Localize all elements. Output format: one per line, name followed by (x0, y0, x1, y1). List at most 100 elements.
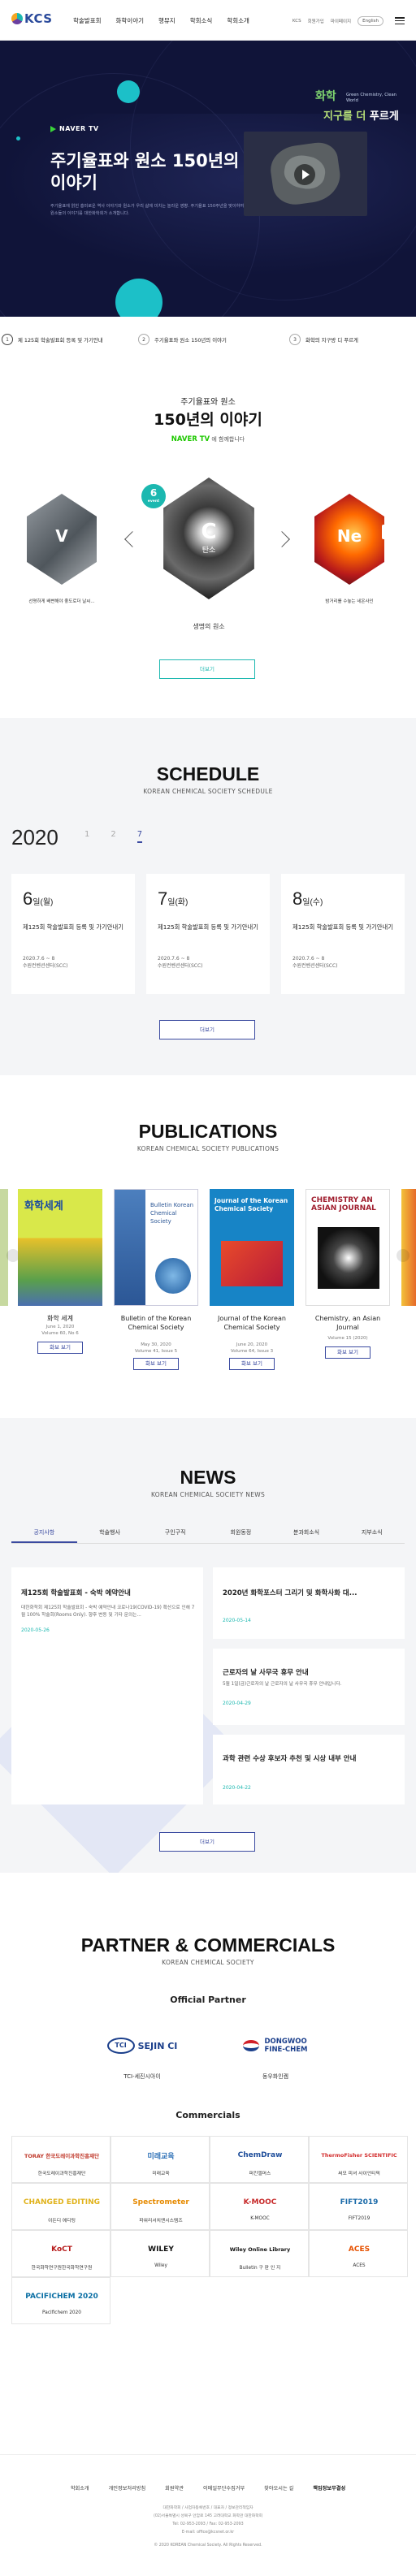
footer-link[interactable]: 찾아오시는 길 (264, 2484, 293, 2492)
hero-tab-number: 3 (289, 334, 301, 345)
schedule-date: 2020.7.6 ~ 8 (292, 956, 325, 962)
news-more-button[interactable]: 더보기 (159, 1832, 255, 1852)
commercial-partner-cell[interactable]: WILEY Wiley (110, 2230, 210, 2277)
commercial-partner-logo: KoCT (51, 2245, 72, 2254)
commercial-partner-cell[interactable]: Wiley Online Library Bulletin 구 판 인 지 (210, 2230, 309, 2277)
footer-link[interactable]: 학회소개 (71, 2484, 89, 2492)
day-number: 7 (158, 888, 168, 909)
footer-nav: 학회소개 개인정보처리방침 회원약관 이메일무단수집거부 찾아오시는 길 책임정… (0, 2484, 416, 2492)
publication-name: 화학 세계 (47, 1315, 73, 1322)
news-subtitle: KOREAN CHEMICAL SOCIETY NEWS (150, 1491, 266, 1498)
main-nav: 학술발표회 화학이야기 행뮤지 학회소식 학회소개 (73, 16, 249, 25)
news-card[interactable]: 과학 관련 수상 후보자 추천 및 시상 내부 안내 2020-04-22 (213, 1735, 405, 1804)
schedule-meta: 2020.7.6 ~ 8 수원컨벤션센터(SCC) (158, 955, 263, 970)
elements-more-button[interactable]: 더보기 (159, 659, 255, 679)
news-card[interactable]: 근로자의 날 사무국 휴무 안내 5월 1일(금)근로자의 날 근로자의 날 사… (213, 1649, 405, 1725)
chevron-left-icon[interactable] (124, 531, 141, 547)
commercial-partner-cell[interactable]: Spectrometer 파워리서치앤시스템즈 (110, 2183, 210, 2230)
view-publication-button[interactable]: 화보 보기 (133, 1358, 179, 1370)
hero-tab-1[interactable]: 1 제 125회 학술발표회 등록 및 가기안내 (0, 325, 128, 354)
view-publication-button[interactable]: 화보 보기 (37, 1342, 83, 1354)
partner-logo-tci[interactable]: TCI SEJIN CI (98, 2034, 187, 2058)
publication-date: May 30, 2020 (141, 1342, 171, 1347)
news-card[interactable]: 2020년 화학포스터 그리기 및 화학사화 대... 2020-05-14 (213, 1567, 405, 1639)
commercial-partner-cell[interactable]: KoCT 한국화학연구원한국화학연구원 (11, 2230, 110, 2277)
month-tab[interactable]: 1 (84, 830, 89, 843)
publication-card[interactable]: CHEMISTRY AN ASIAN JOURNAL Chemistry, an… (306, 1189, 390, 1368)
schedule-card[interactable]: 6일(월) 제125회 학술발표회 등록 및 가기안내기 2020.7.6 ~ … (11, 874, 135, 994)
schedule-card[interactable]: 8일(수) 제125회 학술발표회 등록 및 가기안내기 2020.7.6 ~ … (281, 874, 405, 994)
schedule-card[interactable]: 7일(화) 제125회 학술발표회 등록 및 가기안내기 2020.7.6 ~ … (146, 874, 270, 994)
month-tab-active[interactable]: 7 (136, 830, 143, 843)
commercial-partner-cell[interactable]: FIFT2019 FIFT2019 (309, 2183, 408, 2230)
publication-card[interactable]: Bulletin Korean Chemical Society Bulleti… (114, 1189, 198, 1370)
news-tab-divisions[interactable]: 분과회소식 (274, 1528, 340, 1543)
commercial-partner-cell[interactable]: TORAY 한국도레이과학진흥재단 한국도레이과학진흥재단 (11, 2136, 110, 2183)
footer-link[interactable]: 이메일무단수집거부 (203, 2484, 245, 2492)
nav-item-about[interactable]: 학회소개 (227, 16, 249, 25)
hero-video-thumbnail[interactable] (244, 132, 367, 216)
publication-card[interactable]: Journal of the Korean Chemical Society J… (210, 1189, 294, 1370)
partner-logo-text: SEJIN CI (137, 2040, 178, 2051)
commercial-partner-caption: 퍼킨엘머스 (249, 2172, 271, 2176)
play-icon[interactable] (294, 164, 315, 185)
news-tab-members[interactable]: 회원동정 (208, 1528, 274, 1543)
element-symbol: V (55, 526, 68, 546)
partner-caption: 동우화인켐 (262, 2073, 289, 2080)
site-logo[interactable]: KCS (11, 11, 53, 26)
day-of-week: 일(화) (167, 898, 188, 907)
hero-banner: 화학 Green Chemistry, Clean World 지구를 더 푸르… (0, 41, 416, 317)
next-card-peek (382, 525, 396, 539)
element-card-v[interactable]: V (27, 494, 97, 585)
news-tab-notice[interactable]: 공지사항 (11, 1528, 77, 1543)
commercial-partner-caption: 한국화학연구원한국화학연구원 (31, 2266, 93, 2271)
site-header: KCS 학술발표회 화학이야기 행뮤지 학회소식 학회소개 KCS 회원가입 마… (0, 0, 416, 41)
hero-tab-2[interactable]: 2 주기율표와 원소 150년의 이야기 (128, 325, 265, 354)
partner-logo-dongwoo[interactable]: DONGWOO FINE-CHEM (223, 2034, 328, 2058)
util-signup-link[interactable]: 회원가입 (308, 18, 324, 24)
publications-subtitle: KOREAN CHEMICAL SOCIETY PUBLICATIONS (136, 1145, 280, 1152)
carousel-next-button[interactable] (396, 1249, 410, 1262)
commercial-partner-cell[interactable]: 미래교육 미래교육 (110, 2136, 210, 2183)
publication-date: June 20, 2020 (236, 1342, 268, 1347)
element-card-c[interactable]: C 탄소 (163, 478, 254, 599)
schedule-more-button[interactable]: 더보기 (159, 1020, 255, 1039)
commercial-partner-logo: WILEY (148, 2245, 174, 2254)
news-tab-branches[interactable]: 지부소식 (339, 1528, 405, 1543)
news-tab-events[interactable]: 학술행사 (77, 1528, 143, 1543)
view-publication-button[interactable]: 화보 보기 (229, 1358, 275, 1370)
commercial-partner-cell[interactable]: PACIFICHEM 2020 Pacifichem 2020 (11, 2277, 110, 2324)
publication-card[interactable]: 화학세계 화학 세계 June 1, 2020 Volume 60, No 6 … (18, 1189, 102, 1368)
menu-icon[interactable] (395, 17, 405, 24)
nav-item-events[interactable]: 행뮤지 (158, 16, 176, 25)
commercial-partner-cell[interactable]: ThermoFisher SCIENTIFIC 써모 피셔 사이언티픽 (309, 2136, 408, 2183)
schedule-place: 수원컨벤션센터(SCC) (158, 963, 203, 969)
commercial-partner-cell[interactable]: CHANGED EDITING 이든디 에디팅 (11, 2183, 110, 2230)
schedule-meta: 2020.7.6 ~ 8 수원컨벤션센터(SCC) (292, 955, 398, 970)
view-publication-button[interactable]: 화보 보기 (325, 1346, 370, 1359)
publication-cover: Bulletin Korean Chemical Society (114, 1189, 198, 1306)
publication-name: Journal of the Korean Chemical Society (218, 1315, 286, 1331)
chevron-right-icon[interactable] (274, 531, 290, 547)
commercial-partner-cell[interactable]: ACES ACES (309, 2230, 408, 2277)
commercial-partner-cell[interactable]: ChemDraw 퍼킨엘머스 (210, 2136, 309, 2183)
news-card-featured[interactable]: 제125회 학술발표회 - 숙박 예약안내 대한화학회 제125회 학술발표회 … (11, 1567, 203, 1804)
util-kcs-link[interactable]: KCS (292, 19, 301, 24)
nav-item-presentations[interactable]: 학술발표회 (73, 16, 102, 25)
hero-tab-3[interactable]: 3 화학의 지구방 디 푸르게 (265, 325, 416, 354)
nav-item-news[interactable]: 학회소식 (190, 16, 213, 25)
nav-item-chemistry-story[interactable]: 화학이야기 (116, 16, 145, 25)
schedule-place: 수원컨벤션센터(SCC) (23, 963, 68, 969)
footer-link[interactable]: 개인정보처리방침 (109, 2484, 146, 2492)
news-tabs: 공지사항 학술행사 구인구직 회원동정 분과회소식 지부소식 (11, 1528, 405, 1544)
util-mypage-link[interactable]: 마이페이지 (331, 18, 351, 24)
commercial-partner-cell[interactable]: K-MOOC K-MOOC (210, 2183, 309, 2230)
footer-link[interactable]: 책임정보무결성 (313, 2484, 345, 2492)
language-button[interactable]: English (358, 16, 384, 26)
publication-peek-left (0, 1189, 8, 1306)
element-card-ne[interactable]: Ne (314, 494, 384, 585)
news-title-text: 근로자의 날 사무국 휴무 안내 (223, 1669, 309, 1677)
month-tab[interactable]: 2 (110, 830, 115, 843)
news-tab-jobs[interactable]: 구인구직 (142, 1528, 208, 1543)
footer-link[interactable]: 회원약관 (165, 2484, 184, 2492)
